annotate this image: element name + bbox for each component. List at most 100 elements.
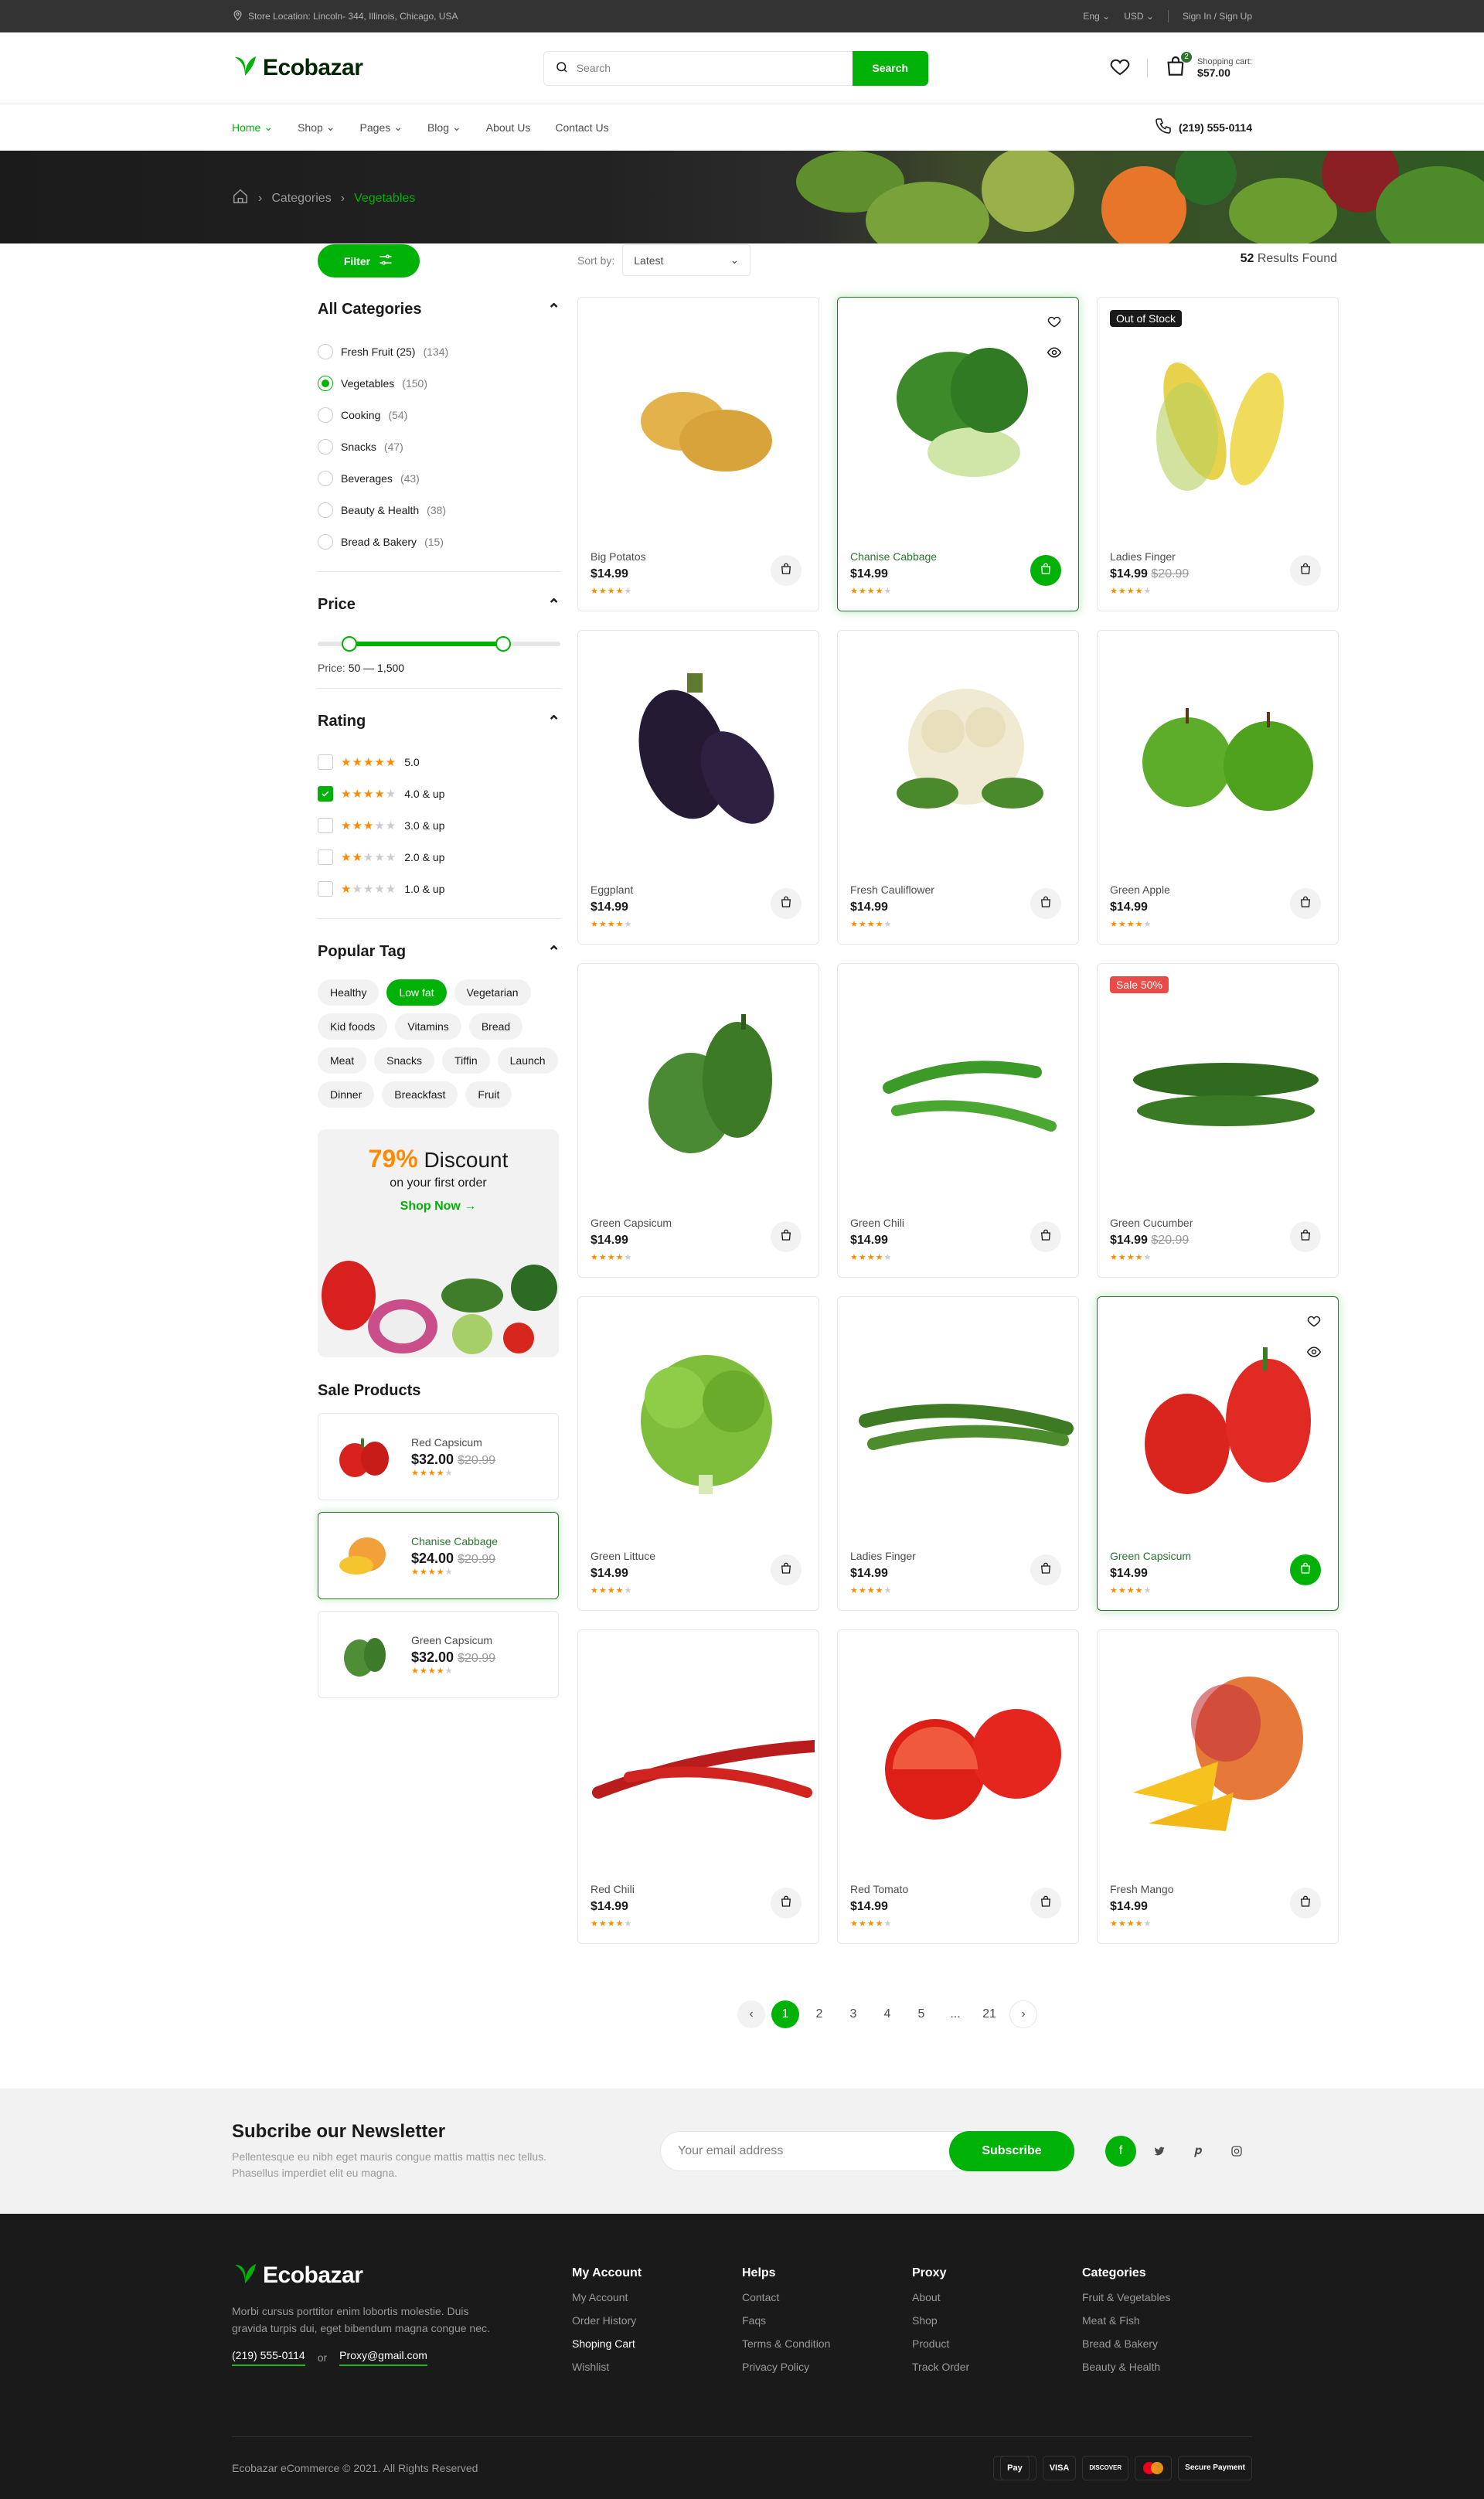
product-card[interactable]: Ladies Finger $14.99 ★★★★★ [837,1296,1079,1611]
shop-now-link[interactable]: Shop Now → [318,1200,559,1214]
radio-button[interactable] [318,407,333,423]
footer-link[interactable]: Product [912,2337,1082,2350]
product-card-hovered[interactable]: Chanise Cabbage $14.99 ★★★★★ [837,297,1079,611]
add-to-cart-button[interactable] [1030,888,1061,919]
wishlist-heart-icon[interactable] [1043,310,1066,333]
wishlist-heart-icon[interactable] [1302,1309,1326,1333]
product-name[interactable]: Chanise Cabbage [850,550,937,563]
categories-header[interactable]: All Categories ⌃ [318,294,560,325]
sale-product-item-selected[interactable]: Chanise Cabbage $24.00 $20.99 ★★★★★ [318,1512,559,1599]
footer-link[interactable]: Faqs [742,2314,912,2327]
page-number[interactable]: 5 [907,2000,935,2028]
heart-icon[interactable] [1108,55,1132,82]
product-card[interactable]: Eggplant $14.99 ★★★★★ [577,630,819,945]
add-to-cart-button[interactable] [1290,888,1321,919]
product-card[interactable]: Red Chili $14.99 ★★★★★ [577,1629,819,1944]
nav-item-about[interactable]: About Us [486,121,531,134]
slider-min-handle[interactable] [341,636,357,652]
prev-page-chevron-icon[interactable]: ‹ [737,2000,765,2028]
tag-chip[interactable]: Bread [468,1013,523,1040]
add-to-cart-button[interactable] [1030,1888,1061,1919]
tag-chip[interactable]: Vegetarian [454,979,531,1006]
add-to-cart-button[interactable] [771,555,802,586]
product-image[interactable] [838,964,1078,1196]
add-to-cart-button[interactable] [771,1888,802,1919]
footer-link[interactable]: Privacy Policy [742,2361,912,2373]
tag-chip[interactable]: Fruit [465,1081,512,1108]
footer-logo[interactable]: Ecobazar [232,2260,572,2291]
product-image[interactable] [1098,298,1338,529]
rating-header[interactable]: Rating ⌃ [318,706,560,737]
product-image[interactable] [578,964,819,1196]
product-image[interactable] [838,631,1078,863]
product-card[interactable]: Green Apple $14.99 ★★★★★ [1097,630,1339,945]
home-icon[interactable] [232,188,249,209]
email-input[interactable]: Your email address [660,2131,968,2171]
footer-link[interactable]: Order History [572,2314,742,2327]
page-number[interactable]: 4 [873,2000,901,2028]
radio-button[interactable] [318,502,333,518]
slider-max-handle[interactable] [495,636,512,652]
product-image[interactable] [1098,1630,1338,1862]
footer-link[interactable]: Shop [912,2314,1082,2327]
product-card[interactable]: Big Potatos $14.99 ★★★★★ [577,297,819,611]
discount-promo-banner[interactable]: 79% Discount on your first order Shop No… [318,1129,559,1357]
product-card[interactable]: Fresh Cauliflower $14.99 ★★★★★ [837,630,1079,945]
product-card[interactable]: Green Littuce $14.99 ★★★★★ [577,1296,819,1611]
footer-link[interactable]: My Account [572,2291,742,2303]
quick-view-eye-icon[interactable] [1302,1340,1326,1364]
category-option[interactable]: Fresh Fruit (25) (134) [318,335,560,367]
product-name[interactable]: Fresh Mango [1110,1883,1173,1895]
rating-option[interactable]: ★★★★★ 4.0 & up [318,778,560,809]
tags-header[interactable]: Popular Tag ⌃ [318,936,560,967]
page-number[interactable]: 1 [771,2000,799,2028]
product-image[interactable] [578,1630,819,1862]
category-option[interactable]: Beverages (43) [318,462,560,494]
radio-button[interactable] [318,343,333,359]
price-range-slider[interactable] [318,634,560,652]
product-card[interactable]: Out of Stock Ladies Finger $14.99 $20.99 ★★… [1097,297,1339,611]
nav-item-blog[interactable]: Blog ⌄ [427,121,461,134]
product-name[interactable]: Ladies Finger [850,1550,916,1562]
tag-chip[interactable]: Healthy [318,979,380,1006]
footer-link[interactable]: Shoping Cart [572,2337,742,2350]
nav-item-pages[interactable]: Pages ⌄ [360,121,403,134]
sale-product-item[interactable]: Green Capsicum $32.00 $20.99 ★★★★★ [318,1611,559,1698]
cart-button[interactable]: 2 Shopping cart: $57.00 [1163,50,1252,83]
product-name[interactable]: Green Capsicum [1110,1550,1191,1562]
language-select[interactable]: Eng ⌄ [1083,11,1110,22]
phone-contact[interactable]: (219) 555-0114 [1154,117,1252,138]
footer-link[interactable]: Fruit & Vegetables [1082,2291,1252,2303]
radio-button-selected[interactable] [318,375,333,391]
footer-link[interactable]: Wishlist [572,2361,742,2373]
breadcrumb-categories[interactable]: Categories [271,192,331,206]
radio-button[interactable] [318,438,333,455]
category-option[interactable]: Snacks (47) [318,431,560,462]
checkbox[interactable] [318,880,333,897]
tag-chip[interactable]: Dinner [318,1081,375,1108]
radio-button[interactable] [318,533,333,550]
tag-chip[interactable]: Meat [318,1047,367,1074]
product-name[interactable]: Green Cucumber [1110,1217,1193,1229]
search-button[interactable]: Search [852,50,928,86]
tag-chip[interactable]: Tiffin [442,1047,490,1074]
add-to-cart-button[interactable] [1030,555,1061,586]
checkbox[interactable] [318,849,333,865]
tag-chip[interactable]: Launch [497,1047,558,1074]
category-option[interactable]: Bread & Bakery (15) [318,526,560,557]
rating-option[interactable]: ★★★★★ 2.0 & up [318,841,560,873]
product-name[interactable]: Green Littuce [591,1550,655,1562]
price-header[interactable]: Price ⌃ [318,589,560,620]
product-name[interactable]: Red Tomato [850,1883,908,1895]
product-image[interactable] [838,1297,1078,1529]
category-option[interactable]: Vegetables (150) [318,367,560,399]
category-option[interactable]: Cooking (54) [318,399,560,431]
product-image[interactable] [578,298,819,529]
twitter-icon[interactable] [1144,2136,1175,2167]
search-input[interactable]: Search [543,50,853,86]
sale-product-item[interactable]: Red Capsicum $32.00 $20.99 ★★★★★ [318,1413,559,1500]
category-option[interactable]: Beauty & Health (38) [318,494,560,526]
pinterest-icon[interactable]: 𝒑 [1183,2136,1213,2167]
product-name[interactable]: Green Apple [1110,884,1170,896]
instagram-icon[interactable] [1221,2136,1252,2167]
